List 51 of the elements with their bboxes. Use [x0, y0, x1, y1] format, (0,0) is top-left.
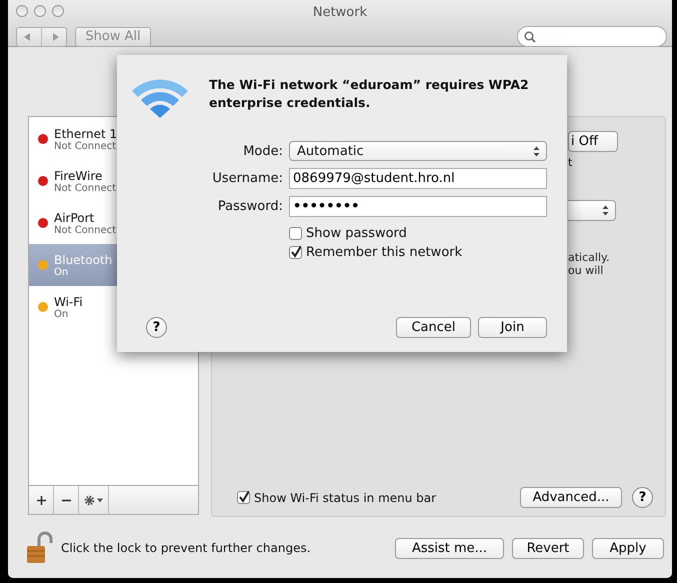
service-status: Not Connect	[54, 140, 118, 152]
service-name: Bluetooth	[54, 252, 112, 266]
padlock-icon	[25, 531, 55, 565]
back-arrow-icon	[22, 32, 32, 42]
help-button[interactable]: ?	[632, 487, 653, 508]
help-button[interactable]: ?	[146, 317, 167, 338]
sheet-title: The Wi-Fi network “eduroam” requires WPA2 enterprise credentials.	[209, 76, 530, 112]
minimize-button[interactable]	[34, 5, 46, 17]
panel-text: ou will	[568, 264, 604, 277]
gear-icon	[84, 494, 104, 506]
panel-text: atically.	[568, 251, 610, 264]
panel-text: t	[568, 156, 572, 169]
field-label: Password:	[216, 199, 283, 214]
checkbox-label: Show password	[306, 226, 407, 241]
stepper-arrows-icon	[533, 146, 540, 156]
checkbox-label: Remember this network	[306, 245, 462, 260]
field-label: Username:	[211, 171, 283, 186]
advanced-button[interactable]: Advanced...	[520, 487, 622, 508]
checkbox-label: Show Wi-Fi status in menu bar	[254, 490, 436, 504]
service-status: On	[54, 308, 70, 320]
footer-button[interactable]: Assist me...	[395, 538, 504, 558]
password-field[interactable]: ••••••••	[289, 196, 547, 217]
service-status: Not Connect	[54, 182, 116, 194]
lock-message: Click the lock to prevent further changes.	[61, 541, 311, 555]
service-status: Not Connect	[54, 224, 116, 236]
footer-button[interactable]: Apply	[592, 538, 664, 558]
show-status-checkbox[interactable]	[237, 491, 250, 504]
option-checkbox[interactable]	[289, 246, 302, 259]
sheet-button[interactable]: Join	[478, 317, 547, 338]
search-icon	[524, 30, 536, 42]
forward-arrow-icon	[51, 32, 62, 42]
search-field[interactable]	[517, 26, 667, 47]
username-field[interactable]: 0869979@student.hro.nl	[289, 168, 547, 189]
mode-popup[interactable]: Automatic	[289, 141, 547, 161]
service-name: AirPort	[54, 210, 96, 224]
stepper-arrows-icon	[602, 205, 609, 216]
back-forward-control[interactable]	[16, 26, 67, 46]
network-popup[interactable]	[568, 200, 616, 221]
service-status: On	[54, 266, 70, 278]
close-button[interactable]	[16, 5, 28, 17]
zoom-button[interactable]	[52, 5, 64, 17]
field-label: Mode:	[242, 144, 283, 158]
sheet-button[interactable]: Cancel	[396, 317, 471, 338]
service-name: Wi-Fi	[54, 294, 83, 308]
service-name: FireWire	[54, 168, 104, 182]
plus-icon	[36, 496, 46, 504]
window-title: Network	[312, 5, 368, 20]
service-name: Ethernet 1	[54, 126, 118, 140]
option-checkbox[interactable]	[289, 227, 302, 240]
turn-off-button[interactable]: i Off	[568, 131, 618, 152]
footer-button[interactable]: Revert	[512, 538, 584, 558]
